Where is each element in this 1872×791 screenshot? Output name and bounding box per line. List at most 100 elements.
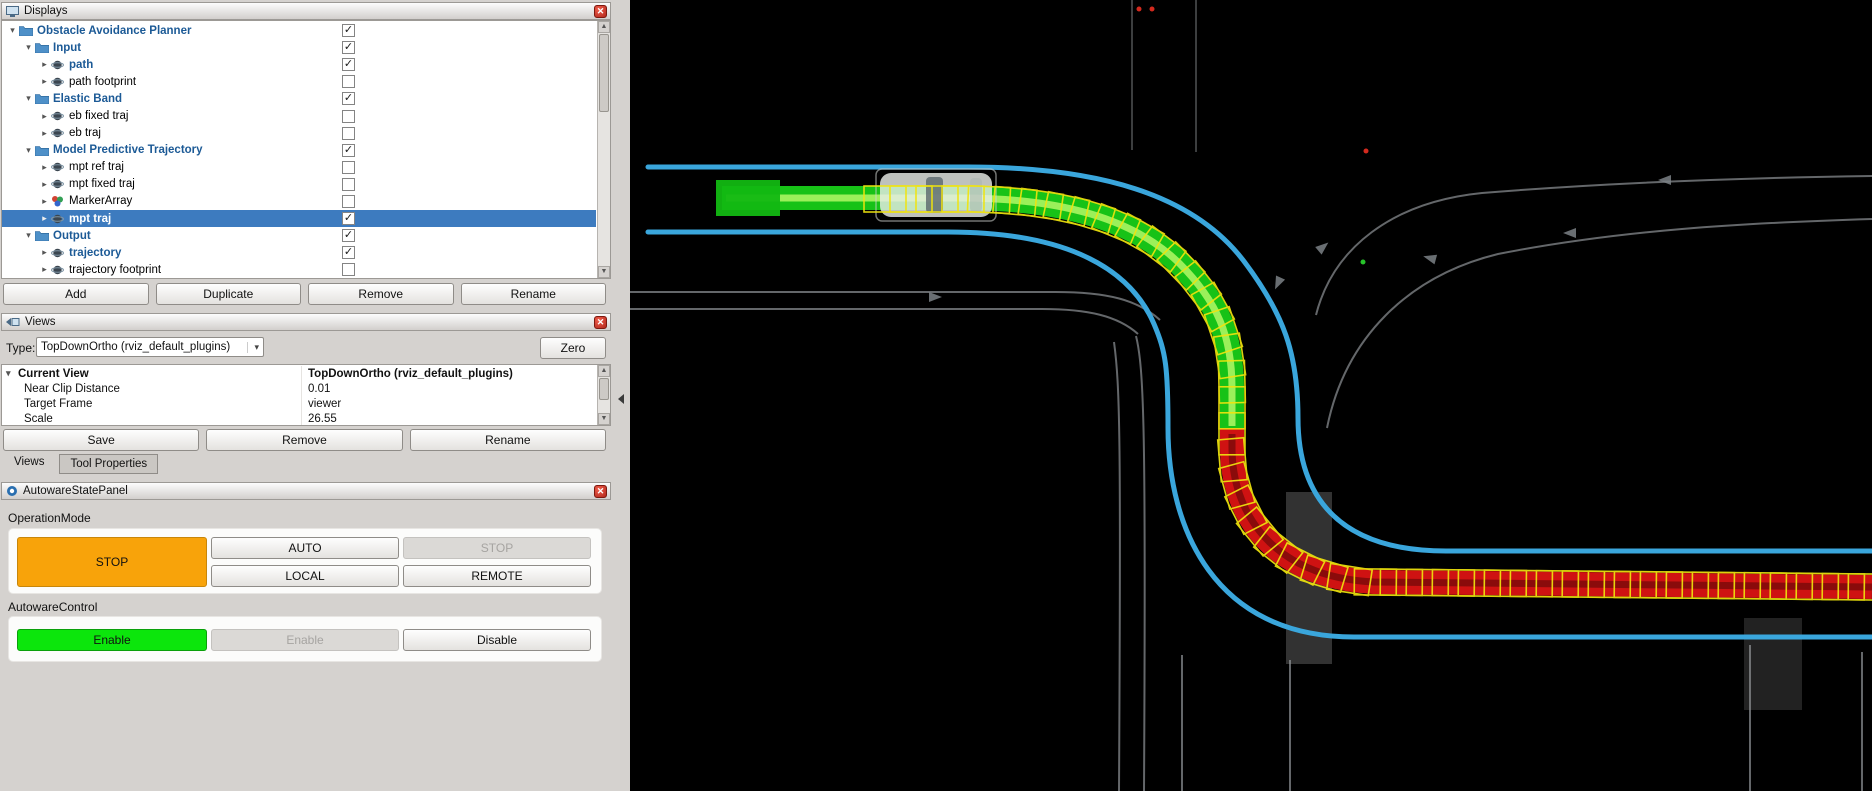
display-enabled-checkbox[interactable]: ✓ xyxy=(342,24,355,37)
zero-button[interactable]: Zero xyxy=(540,337,606,359)
close-icon[interactable]: ✕ xyxy=(594,485,607,498)
display-tree-item-trajectory-footprint[interactable]: ▸trajectory footprint xyxy=(2,261,596,278)
auto-button[interactable]: AUTO xyxy=(211,537,399,559)
remove-button[interactable]: Remove xyxy=(308,283,454,305)
remote-button[interactable]: REMOTE xyxy=(403,565,591,587)
display-tree-item-input[interactable]: ▾Input✓ xyxy=(2,39,596,56)
display-enabled-checkbox[interactable] xyxy=(342,110,355,123)
display-enabled-checkbox[interactable] xyxy=(342,75,355,88)
display-name: mpt fixed traj xyxy=(69,178,135,190)
display-name: eb traj xyxy=(69,127,101,139)
displays-panel-icon xyxy=(6,6,19,17)
display-tree-item-mpt-ref-traj[interactable]: ▸mpt ref traj xyxy=(2,159,596,176)
display-tree-item-mpt-fixed-traj[interactable]: ▸ mpt fixed traj xyxy=(2,176,596,193)
display-tree-item-eb-fixed-traj[interactable]: ▸ eb fixed traj xyxy=(2,107,596,124)
property-value[interactable]: viewer xyxy=(301,396,596,411)
display-name: eb fixed traj xyxy=(69,110,128,122)
view-type-select[interactable]: TopDownOrtho (rviz_default_plugins) ▾ xyxy=(36,337,264,357)
disable-button[interactable]: Disable xyxy=(403,629,591,651)
collapse-arrow-icon[interactable]: ▾ xyxy=(22,230,35,241)
remove-view-button[interactable]: Remove xyxy=(206,429,402,451)
property-name: Current View xyxy=(18,368,89,380)
collapse-arrow-icon[interactable]: ▾ xyxy=(22,93,35,104)
display-tree-item-obstacle-avoidance-planner[interactable]: ▾Obstacle Avoidance Planner✓ xyxy=(2,22,596,39)
display-tree-item-trajectory[interactable]: ▸trajectory✓ xyxy=(2,244,596,261)
view-property-row[interactable]: Target Frameviewer xyxy=(2,396,596,411)
display-enabled-checkbox[interactable] xyxy=(342,195,355,208)
display-enabled-checkbox[interactable]: ✓ xyxy=(342,41,355,54)
save-button[interactable]: Save xyxy=(3,429,199,451)
display-tree-item-elastic-band[interactable]: ▾Elastic Band✓ xyxy=(2,90,596,107)
rename-button[interactable]: Rename xyxy=(461,283,607,305)
display-tree-item-path[interactable]: ▸path✓ xyxy=(2,56,596,73)
close-icon[interactable]: ✕ xyxy=(594,5,607,18)
view-props-scrollbar[interactable]: ▲ ▼ xyxy=(597,365,610,425)
scroll-thumb[interactable] xyxy=(599,378,609,400)
expand-arrow-icon[interactable]: ▸ xyxy=(38,76,51,87)
property-value[interactable]: 0.01 xyxy=(301,381,596,396)
view-property-row[interactable]: Scale26.55 xyxy=(2,412,596,426)
display-enabled-checkbox[interactable] xyxy=(342,127,355,140)
view-property-row[interactable]: ▾Current View TopDownOrtho (rviz_default_… xyxy=(2,366,596,381)
scroll-up-icon[interactable]: ▲ xyxy=(598,365,610,377)
expand-arrow-icon[interactable]: ▸ xyxy=(38,179,51,190)
enable-active-button[interactable]: Enable xyxy=(17,629,207,651)
display-enabled-checkbox[interactable]: ✓ xyxy=(342,246,355,259)
tree-scrollbar[interactable]: ▲ ▼ xyxy=(597,21,610,278)
autoware-panel-titlebar[interactable]: AutowareStatePanel ✕ xyxy=(1,482,611,500)
rename-view-button[interactable]: Rename xyxy=(410,429,606,451)
views-panel-titlebar[interactable]: Views ✕ xyxy=(1,313,611,331)
collapse-arrow-icon[interactable]: ▾ xyxy=(6,368,18,379)
display-enabled-checkbox[interactable]: ✓ xyxy=(342,58,355,71)
expand-arrow-icon[interactable]: ▸ xyxy=(38,264,51,275)
scroll-down-icon[interactable]: ▼ xyxy=(598,413,610,425)
views-panel-title: Views xyxy=(25,316,55,328)
close-icon[interactable]: ✕ xyxy=(594,316,607,329)
collapse-arrow-icon[interactable]: ▾ xyxy=(22,42,35,53)
scroll-up-icon[interactable]: ▲ xyxy=(598,21,610,33)
display-name: path footprint xyxy=(69,76,136,88)
expand-arrow-icon[interactable]: ▸ xyxy=(38,128,51,139)
tab-tool-properties[interactable]: Tool Properties xyxy=(59,454,158,474)
display-tree-item-model-predictive-trajectory[interactable]: ▾Model Predictive Trajectory✓ xyxy=(2,142,596,159)
display-enabled-checkbox[interactable] xyxy=(342,178,355,191)
add-button[interactable]: Add xyxy=(3,283,149,305)
property-value[interactable]: TopDownOrtho (rviz_default_plugins) xyxy=(301,366,596,381)
collapse-arrow-icon[interactable]: ▾ xyxy=(6,25,19,36)
view-property-row[interactable]: Near Clip Distance0.01 xyxy=(2,381,596,396)
display-enabled-checkbox[interactable]: ✓ xyxy=(342,92,355,105)
local-button[interactable]: LOCAL xyxy=(211,565,399,587)
autoware-panel-title: AutowareStatePanel xyxy=(23,485,128,497)
enable-disabled-button: Enable xyxy=(211,629,399,651)
display-tree-item-output[interactable]: ▾Output✓ xyxy=(2,227,596,244)
scroll-thumb[interactable] xyxy=(599,34,609,112)
views-panel-icon xyxy=(6,317,20,327)
display-enabled-checkbox[interactable]: ✓ xyxy=(342,212,355,225)
display-enabled-checkbox[interactable] xyxy=(342,263,355,276)
collapse-arrow-icon[interactable]: ▾ xyxy=(22,145,35,156)
expand-arrow-icon[interactable]: ▸ xyxy=(38,196,51,207)
display-tree-item-eb-traj[interactable]: ▸ eb traj xyxy=(2,125,596,142)
display-tree-item-mpt-traj[interactable]: ▸mpt traj✓ xyxy=(2,210,596,227)
expand-arrow-icon[interactable]: ▸ xyxy=(38,111,51,122)
expand-arrow-icon[interactable]: ▸ xyxy=(38,247,51,258)
display-icon xyxy=(51,127,67,139)
stop-disabled-button: STOP xyxy=(403,537,591,559)
displays-panel-titlebar[interactable]: Displays ✕ xyxy=(1,2,611,20)
display-enabled-checkbox[interactable]: ✓ xyxy=(342,229,355,242)
display-enabled-checkbox[interactable] xyxy=(342,161,355,174)
displays-panel-title: Displays xyxy=(24,5,67,17)
display-enabled-checkbox[interactable]: ✓ xyxy=(342,144,355,157)
panel-collapse-arrow-icon[interactable] xyxy=(618,394,624,404)
duplicate-button[interactable]: Duplicate xyxy=(156,283,302,305)
property-value[interactable]: 26.55 xyxy=(301,412,596,426)
stop-active-button[interactable]: STOP xyxy=(17,537,207,587)
expand-arrow-icon[interactable]: ▸ xyxy=(38,162,51,173)
expand-arrow-icon[interactable]: ▸ xyxy=(38,59,51,70)
expand-arrow-icon[interactable]: ▸ xyxy=(38,213,51,224)
display-tree-item-path-footprint[interactable]: ▸ path footprint xyxy=(2,73,596,90)
tab-views[interactable]: Views xyxy=(4,453,54,471)
render-viewport[interactable] xyxy=(630,0,1872,791)
scroll-down-icon[interactable]: ▼ xyxy=(598,266,610,278)
display-tree-item-markerarray[interactable]: ▸MarkerArray xyxy=(2,193,596,210)
